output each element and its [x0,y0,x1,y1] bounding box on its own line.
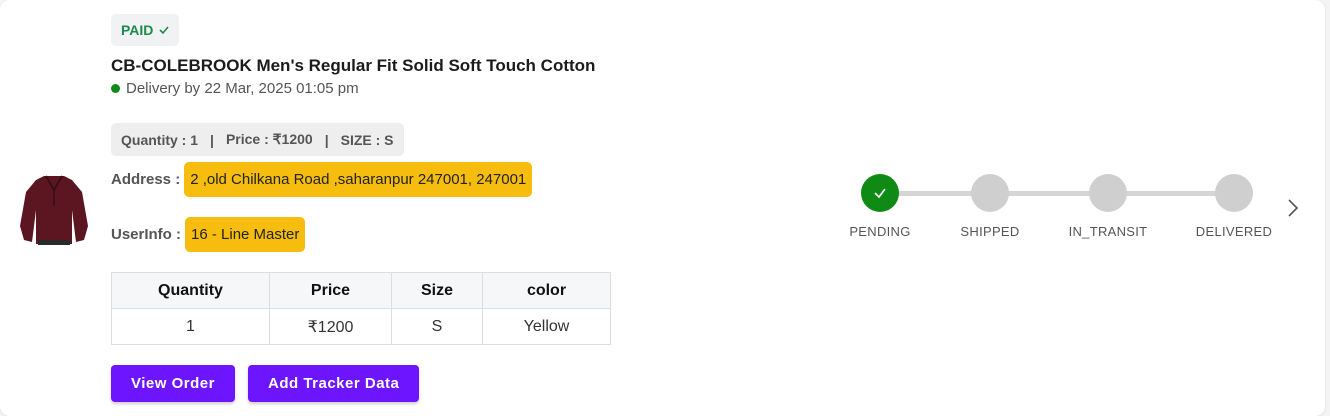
userinfo-label: UserInfo : [111,226,182,243]
view-order-button[interactable]: View Order [111,365,235,402]
order-tracker: PENDING SHIPPED IN_TRANSIT DELIVERED [840,174,1280,244]
summary-size: SIZE : S [340,131,394,148]
summary-separator: | [210,131,214,148]
order-details-table: Quantity Price Size color 1 ₹1200 S Yell… [111,272,611,345]
table-header: Quantity [111,272,270,309]
summary-price: Price : ₹1200 [225,131,313,147]
step-pending-indicator [971,174,1009,212]
tracker-step-in-transit: IN_TRANSIT [1068,174,1148,239]
delivery-info: Delivery by 22 Mar, 2025 01:05 pm [111,80,359,97]
tracker-step-pending: PENDING [840,174,920,239]
order-card: PAID CB-COLEBROOK Men's Regular Fit Soli… [0,0,1325,416]
status-badge-label: PAID [121,22,154,38]
step-pending-indicator [1089,174,1127,212]
table-header: Price [269,272,392,309]
step-label: PENDING [849,224,911,239]
status-badge: PAID [111,14,180,46]
step-label: DELIVERED [1195,224,1273,239]
step-done-indicator [861,174,899,212]
tracker-step-delivered: DELIVERED [1194,174,1274,239]
summary-separator: | [324,131,329,148]
product-title: CB-COLEBROOK Men's Regular Fit Solid Sof… [111,56,596,75]
table-cell: 1 [111,308,270,345]
userinfo-value: 16 - Line Master [185,217,306,252]
table-header: Size [391,272,483,309]
check-icon [874,188,886,199]
tracker-step-shipped: SHIPPED [950,174,1030,239]
summary-quantity: Quantity : 1 [121,131,199,148]
tracker-line [880,191,1234,196]
address-label: Address : [111,171,181,188]
add-tracker-data-button[interactable]: Add Tracker Data [248,365,420,402]
delivery-status-dot [111,84,120,93]
table-header: color [482,272,611,309]
table-cell: ₹1200 [269,308,392,345]
chevron-right-icon[interactable] [1286,197,1300,219]
address-row: Address : 2 ,old Chilkana Road ,saharanp… [111,162,533,197]
table-header-row: Quantity Price Size color [111,272,611,309]
step-label: IN_TRANSIT [1068,224,1148,239]
step-pending-indicator [1215,174,1253,212]
order-summary: Quantity : 1 | Price : ₹1200 | SIZE : S [111,123,404,156]
delivery-text: Delivery by 22 Mar, 2025 01:05 pm [126,80,359,97]
product-image[interactable] [16,170,92,246]
check-icon [159,26,170,35]
userinfo-row: UserInfo : 16 - Line Master [111,217,306,252]
step-label: SHIPPED [960,224,1020,239]
table-row: 1 ₹1200 S Yellow [111,308,611,345]
address-value: 2 ,old Chilkana Road ,saharanpur 247001,… [184,162,533,197]
table-cell: S [391,308,483,345]
table-cell: Yellow [482,308,611,345]
